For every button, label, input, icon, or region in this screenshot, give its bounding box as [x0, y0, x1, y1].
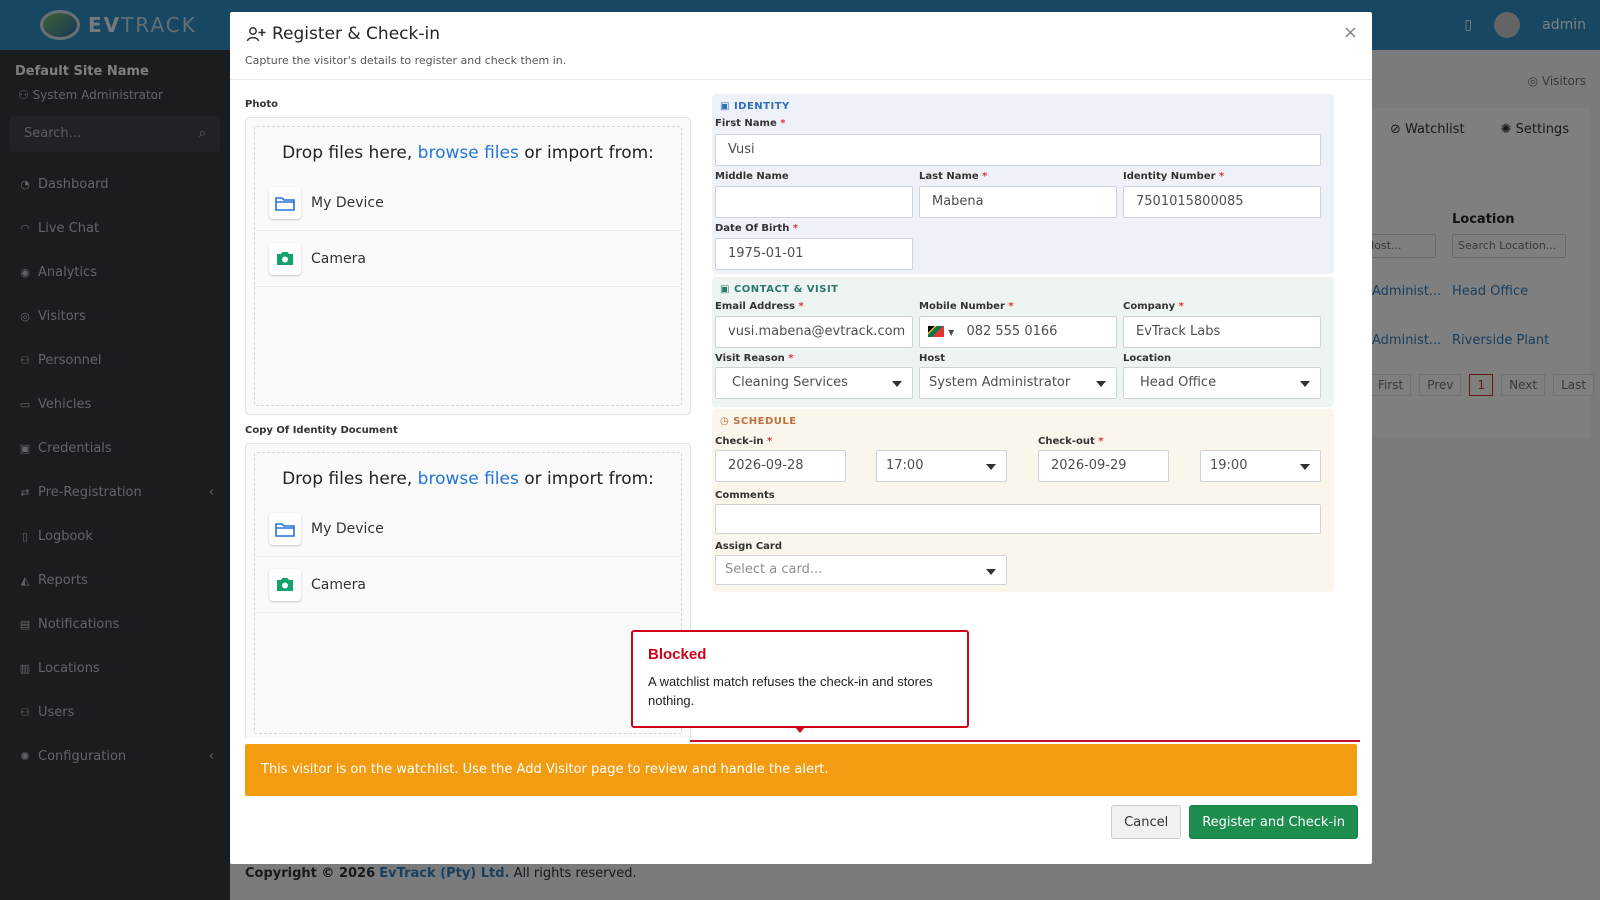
register-checkin-modal: Register & Check-in Capture the visitor'… — [230, 12, 1372, 864]
email-label: Email Address — [715, 301, 796, 312]
identity-section: ▣ IDENTITY First Name * Vusi Middle Name … — [712, 94, 1334, 274]
last-name-input[interactable]: Mabena — [919, 186, 1117, 218]
dob-label: Date Of Birth — [715, 223, 790, 234]
checkin-date-input[interactable]: 2026-09-28 — [715, 450, 846, 482]
checkin-label: Check-in — [715, 436, 764, 447]
camera-label: Camera — [311, 576, 366, 593]
checkout-time-select[interactable]: 19:00 — [1200, 450, 1321, 482]
modal-header: Register & Check-in Capture the visitor'… — [230, 12, 1372, 80]
alert-divider — [690, 740, 1360, 742]
browse-files-link[interactable]: browse files — [418, 143, 519, 163]
host-select[interactable]: System Administrator — [919, 367, 1117, 399]
camera-button[interactable]: Camera — [255, 557, 681, 613]
checkin-time-select[interactable]: 17:00 — [876, 450, 1007, 482]
visit-reason-select[interactable]: Cleaning Services — [715, 367, 913, 399]
dropzone-suffix: or import from: — [518, 143, 654, 163]
watchlist-alert: This visitor is on the watchlist. Use th… — [245, 744, 1357, 796]
comments-textarea[interactable] — [715, 504, 1321, 534]
folder-icon — [269, 186, 301, 219]
my-device-button[interactable]: My Device — [255, 501, 681, 557]
identity-number-label: Identity Number — [1123, 171, 1216, 182]
mobile-field[interactable]: ▼ 082 555 0166 — [919, 316, 1117, 348]
my-device-button[interactable]: My Device — [255, 175, 681, 231]
mobile-label: Mobile Number — [919, 301, 1005, 312]
cancel-button[interactable]: Cancel — [1111, 805, 1182, 839]
photo-label: Photo — [245, 99, 278, 110]
close-icon[interactable]: × — [1343, 22, 1358, 43]
contact-visit-section: ▣ CONTACT & VISIT Email Address * vusi.ma… — [712, 277, 1334, 407]
first-name-label: First Name — [715, 118, 777, 129]
middle-name-label: Middle Name — [715, 171, 789, 182]
first-name-input[interactable]: Vusi — [715, 134, 1321, 166]
register-checkin-button[interactable]: Register and Check-in — [1189, 805, 1358, 839]
comments-label: Comments — [715, 490, 775, 501]
email-field[interactable]: vusi.mabena@evtrack.com — [715, 316, 913, 348]
browse-files-link[interactable]: browse files — [418, 469, 519, 489]
location-label: Location — [1123, 353, 1172, 364]
contact-heading: CONTACT & VISIT — [733, 284, 839, 295]
clock-icon: ◷ — [720, 416, 730, 427]
tooltip-arrow — [795, 727, 805, 733]
visit-reason-label: Visit Reason — [715, 353, 785, 364]
identity-heading: IDENTITY — [733, 101, 790, 112]
tooltip-body: A watchlist match refuses the check-in a… — [648, 674, 933, 708]
id-badge-icon: ▣ — [720, 101, 730, 112]
dropzone-prefix: Drop files here, — [282, 143, 418, 163]
checkout-date-input[interactable]: 2026-09-29 — [1038, 450, 1169, 482]
assign-card-select[interactable]: Select a card... — [715, 555, 1007, 585]
tooltip-title: Blocked — [648, 646, 707, 663]
my-device-label: My Device — [311, 520, 384, 537]
blocked-tooltip: Blocked A watchlist match refuses the ch… — [631, 630, 969, 728]
dropzone-title: Drop files here, browse files or import … — [255, 469, 681, 489]
company-label: Company — [1123, 301, 1176, 312]
user-plus-icon — [246, 27, 266, 42]
company-field[interactable]: EvTrack Labs — [1123, 316, 1321, 348]
contact-card-icon: ▣ — [720, 284, 730, 295]
dropzone-suffix: or import from: — [518, 469, 654, 489]
schedule-heading: SCHEDULE — [733, 416, 797, 427]
my-device-label: My Device — [311, 194, 384, 211]
chevron-down-icon[interactable]: ▼ — [948, 328, 954, 337]
camera-label: Camera — [311, 250, 366, 267]
camera-icon — [269, 568, 301, 601]
dob-input[interactable]: 1975-01-01 — [715, 238, 913, 270]
schedule-section: ◷ SCHEDULE Check-in * 2026-09-28 17:00 Ch… — [712, 409, 1334, 592]
folder-icon — [269, 512, 301, 545]
last-name-label: Last Name — [919, 171, 979, 182]
modal-title: Register & Check-in — [272, 24, 440, 44]
modal-subtitle: Capture the visitor's details to registe… — [245, 54, 567, 67]
assign-card-label: Assign Card — [715, 541, 783, 552]
dropzone-prefix: Drop files here, — [282, 469, 418, 489]
camera-button[interactable]: Camera — [255, 231, 681, 287]
host-label: Host — [919, 353, 945, 364]
mobile-value: 082 555 0166 — [966, 324, 1058, 339]
za-flag-icon[interactable] — [928, 326, 944, 337]
photo-dropzone[interactable]: Drop files here, browse files or import … — [245, 117, 691, 415]
middle-name-input[interactable] — [715, 186, 913, 218]
identity-number-input[interactable]: 7501015800085 — [1123, 186, 1321, 218]
dropzone-title: Drop files here, browse files or import … — [255, 143, 681, 163]
id-document-dropzone[interactable]: Drop files here, browse files or import … — [245, 443, 691, 743]
camera-icon — [269, 242, 301, 275]
checkout-label: Check-out — [1038, 436, 1095, 447]
location-select[interactable]: Head Office — [1123, 367, 1321, 399]
id-document-label: Copy Of Identity Document — [245, 425, 398, 436]
